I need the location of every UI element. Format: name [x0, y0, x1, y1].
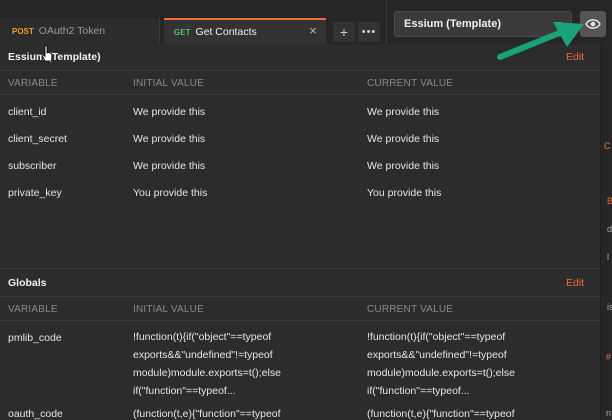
edit-globals-link[interactable]: Edit [566, 277, 584, 289]
divider [0, 320, 600, 321]
current-value: We provide this [367, 133, 440, 145]
column-header-variable: VARIABLE [8, 304, 58, 315]
background-glyph: B [607, 196, 612, 206]
column-header-initial-value: INITIAL VALUE [133, 304, 204, 315]
variable-name: oauth_code [8, 408, 63, 420]
environment-quick-look-panel: Essium (Template) Edit VARIABLE INITIAL … [0, 44, 601, 420]
initial-value: We provide this [133, 133, 206, 145]
background-glyph: # [606, 352, 612, 362]
hand-cursor-icon [42, 45, 53, 62]
current-value: You provide this [367, 187, 442, 199]
tab-label: Get Contacts [195, 26, 257, 38]
value-line: !function(t){if("object"==typeof [367, 331, 506, 343]
variable-name: subscriber [8, 160, 57, 172]
initial-value: You provide this [133, 187, 208, 199]
value-line: exports&&"undefined"!=typeof [133, 349, 273, 361]
environment-selected-label: Essium (Template) [404, 18, 501, 30]
annotation-arrow [497, 22, 584, 60]
background-glyph: C [604, 141, 611, 151]
background-glyph: d [607, 224, 612, 234]
variable-name: pmlib_code [8, 332, 62, 344]
method-badge-post: POST [12, 26, 34, 36]
column-header-variable: VARIABLE [8, 78, 58, 89]
initial-value: (function(t,e){"function"==typeof [133, 408, 281, 420]
tab-get-contacts[interactable]: GET Get Contacts × [164, 18, 326, 44]
value-line: module)module.exports=t();else [367, 367, 515, 379]
initial-value: !function(t){if("object"==typeof exports… [133, 328, 358, 400]
column-header-current-value: CURRENT VALUE [367, 304, 454, 315]
value-line: !function(t){if("object"==typeof [133, 331, 272, 343]
more-tabs-button[interactable]: ••• [358, 22, 380, 42]
divider [0, 94, 600, 95]
variable-name: private_key [8, 187, 62, 199]
initial-value: We provide this [133, 106, 206, 118]
value-line: if("function"==typeof... [367, 385, 470, 397]
initial-value: We provide this [133, 160, 206, 172]
environment-section-title: Essium (Template) [8, 51, 101, 63]
value-line: exports&&"undefined"!=typeof [367, 349, 507, 361]
tab-oauth2-token[interactable]: POST OAuth2 Token [0, 18, 160, 44]
variable-name: client_id [8, 106, 47, 118]
background-glyph: n [606, 408, 612, 418]
current-value: We provide this [367, 106, 440, 118]
column-header-current-value: CURRENT VALUE [367, 78, 454, 89]
divider [0, 296, 600, 297]
column-header-initial-value: INITIAL VALUE [133, 78, 204, 89]
background-glyph: is [607, 302, 612, 312]
variable-name: client_secret [8, 133, 67, 145]
close-tab-icon[interactable]: × [306, 24, 320, 38]
divider [386, 0, 387, 44]
section-divider [0, 268, 600, 269]
tab-label: OAuth2 Token [38, 25, 106, 37]
add-tab-button[interactable]: + [333, 22, 355, 42]
current-value: We provide this [367, 160, 440, 172]
divider [0, 70, 600, 71]
current-value: !function(t){if("object"==typeof exports… [367, 328, 592, 400]
current-value: (function(t,e){"function"==typeof [367, 408, 515, 420]
value-line: if("function"==typeof... [133, 385, 236, 397]
method-badge-get: GET [174, 27, 191, 37]
value-line: module)module.exports=t();else [133, 367, 281, 379]
background-glyph: l [607, 252, 609, 262]
globals-section-title: Globals [8, 277, 47, 289]
